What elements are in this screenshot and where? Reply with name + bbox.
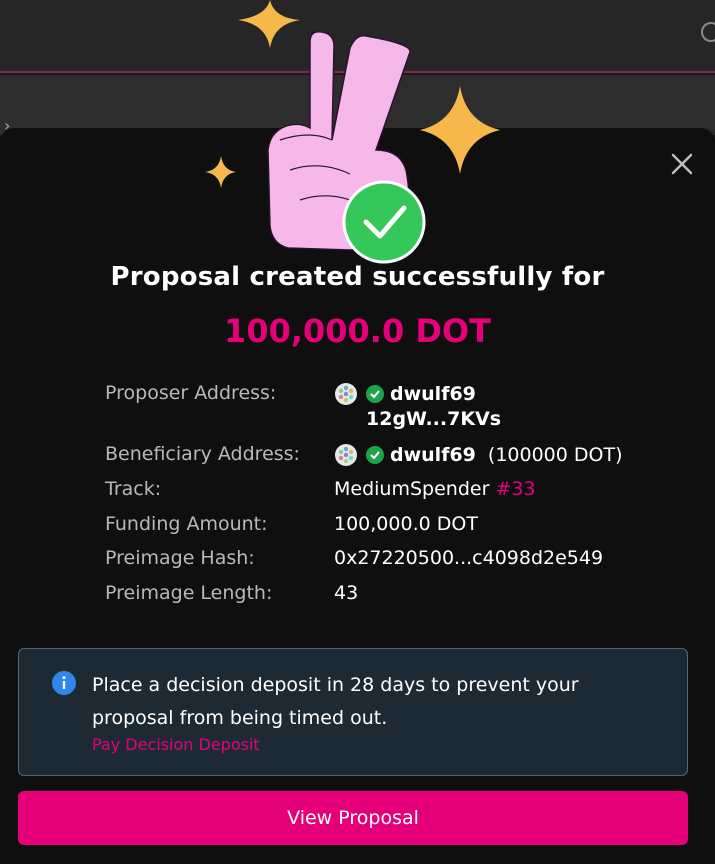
sparkle-icon: [420, 86, 500, 174]
verified-check-icon: [366, 446, 384, 464]
modal-heading: Proposal created successfully for: [110, 262, 605, 292]
success-check-icon: [342, 180, 426, 264]
decision-deposit-alert: Place a decision deposit in 28 days to p…: [18, 648, 688, 776]
view-proposal-button[interactable]: View Proposal: [18, 791, 688, 845]
funding-label: Funding Amount:: [105, 513, 268, 535]
sparkle-icon: [205, 156, 236, 188]
proposer-username[interactable]: dwulf69: [390, 383, 476, 405]
proposer-row: Proposer Address: dwulf69 12gW...7KVs: [105, 382, 665, 438]
preimage-hash-label: Preimage Hash:: [105, 547, 255, 569]
preimage-hash-value: 0x27220500...c4098d2e549: [334, 547, 604, 569]
search-icon[interactable]: [701, 22, 715, 42]
preimage-length-label: Preimage Length:: [105, 582, 273, 604]
avatar-icon: [335, 383, 357, 405]
close-icon: [671, 153, 693, 175]
proposer-label: Proposer Address:: [105, 382, 277, 404]
victory-hand-illustration: [205, 0, 500, 264]
close-button[interactable]: [668, 150, 696, 178]
avatar-icon: [335, 444, 357, 466]
verified-check-icon: [366, 385, 384, 403]
info-icon: [52, 671, 76, 695]
track-number[interactable]: #33: [495, 478, 535, 500]
preimage-length-value: 43: [334, 582, 359, 604]
alert-message: Place a decision deposit in 28 days to p…: [92, 674, 579, 729]
funding-value: 100,000.0 DOT: [334, 513, 478, 535]
proposer-value: dwulf69 12gW...7KVs: [334, 382, 501, 430]
beneficiary-amount: (100000 DOT): [487, 444, 623, 466]
track-value: MediumSpender #33: [334, 478, 536, 500]
proposer-address: 12gW...7KVs: [366, 408, 502, 430]
track-name: MediumSpender: [334, 478, 490, 500]
proposal-amount: 100,000.0 DOT: [224, 312, 491, 350]
beneficiary-value: dwulf69 (100000 DOT): [334, 443, 623, 467]
sparkle-icon: [238, 0, 300, 48]
beneficiary-label: Beneficiary Address:: [105, 443, 300, 465]
pay-decision-deposit-link[interactable]: Pay Decision Deposit: [92, 735, 260, 754]
beneficiary-username[interactable]: dwulf69: [390, 444, 476, 466]
track-label: Track:: [105, 478, 162, 500]
